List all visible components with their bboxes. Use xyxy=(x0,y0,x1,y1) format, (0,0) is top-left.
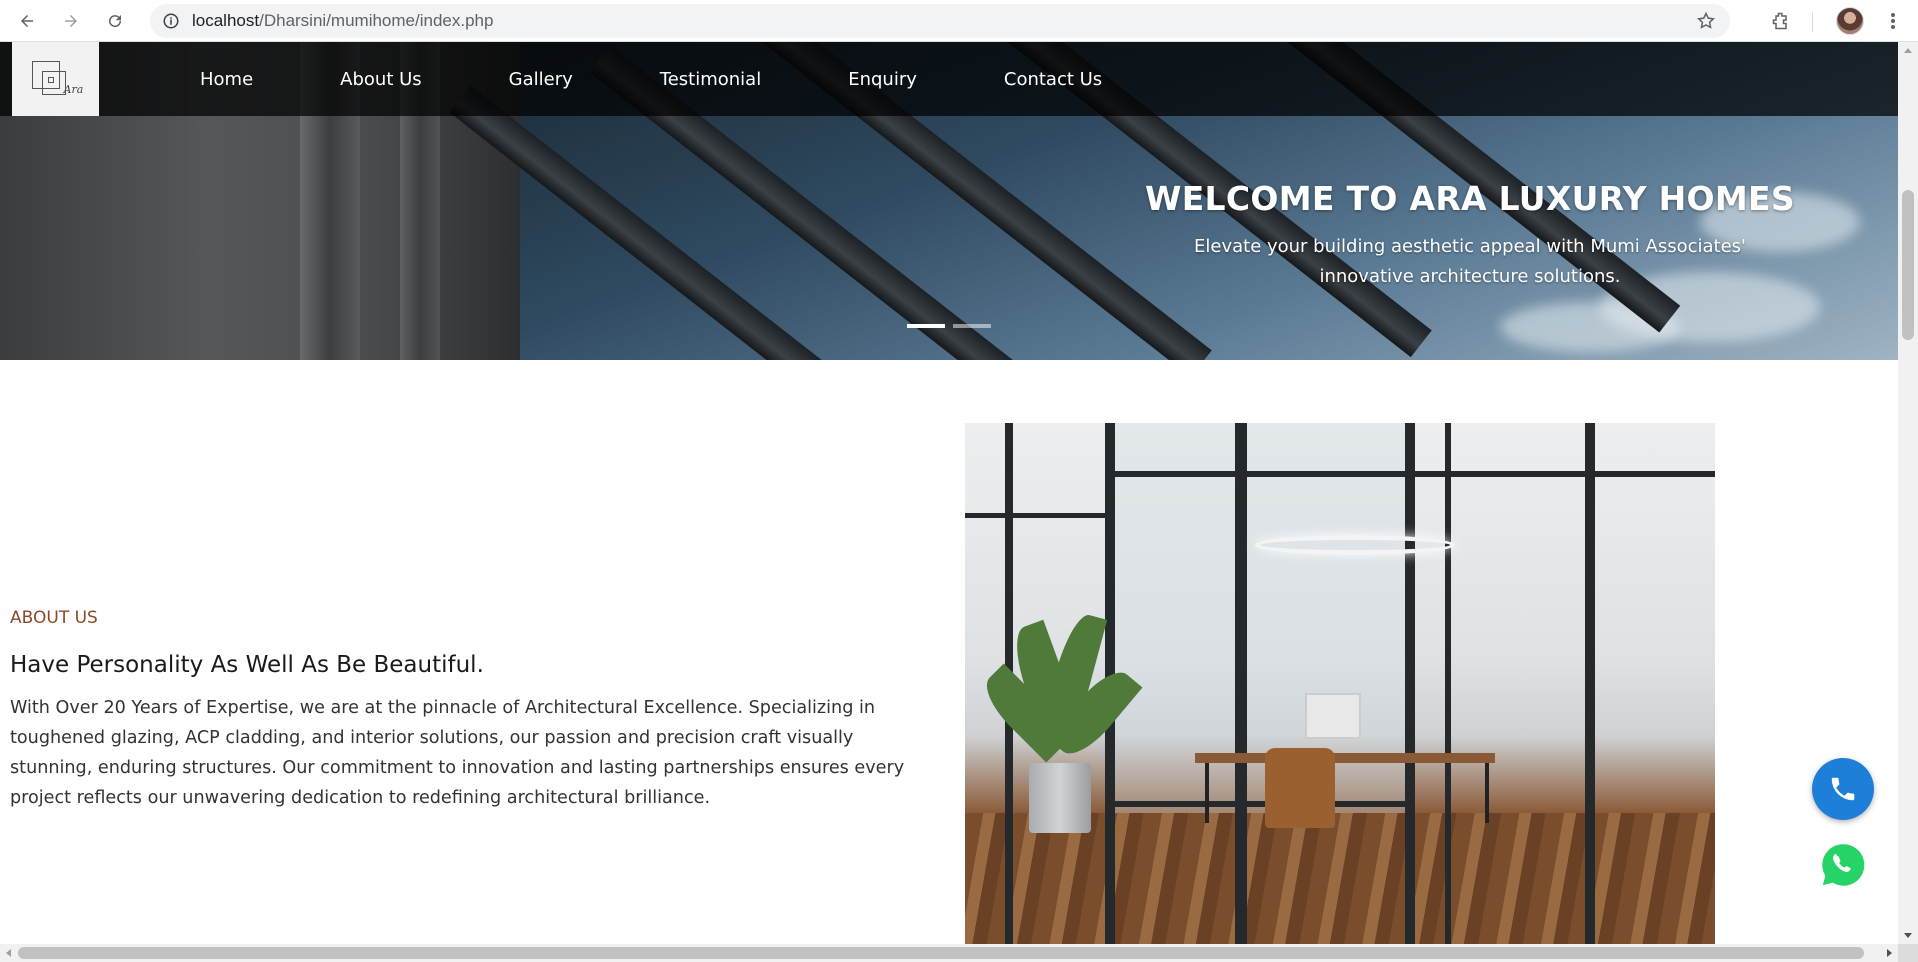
carousel-indicator-1[interactable] xyxy=(907,324,945,328)
hero-subtitle-line: innovative architecture solutions. xyxy=(1319,266,1621,287)
about-heading: Have Personality As Well As Be Beautiful… xyxy=(10,652,484,678)
forward-icon[interactable] xyxy=(58,8,84,34)
site-header: Ara Home About Us Gallery Testimonial En… xyxy=(0,42,1898,116)
bookmark-star-icon[interactable] xyxy=(1696,11,1716,31)
nav-testimonial[interactable]: Testimonial xyxy=(660,69,761,90)
url-host: localhost xyxy=(192,11,260,30)
about-office-image xyxy=(965,423,1715,944)
scroll-up-icon[interactable] xyxy=(1904,48,1912,53)
hero-title: WELCOME TO ARA LUXURY HOMES xyxy=(1145,179,1795,218)
vertical-scrollbar[interactable] xyxy=(1898,42,1918,944)
url-text[interactable]: localhost/Dharsini/mumihome/index.php xyxy=(192,11,493,31)
profile-avatar[interactable] xyxy=(1836,7,1864,35)
site-logo[interactable]: Ara xyxy=(12,42,99,116)
vertical-scroll-thumb[interactable] xyxy=(1902,190,1914,340)
reload-icon[interactable] xyxy=(102,8,128,34)
phone-icon xyxy=(1831,777,1855,801)
back-icon[interactable] xyxy=(14,8,40,34)
carousel-indicator-2[interactable] xyxy=(953,324,991,328)
extensions-icon[interactable] xyxy=(1768,8,1794,34)
main-nav: Home About Us Gallery Testimonial Enquir… xyxy=(200,42,1189,116)
kebab-menu-icon[interactable] xyxy=(1880,8,1906,34)
page: WELCOME TO ARA LUXURY HOMES Elevate your… xyxy=(0,42,1898,944)
nav-home[interactable]: Home xyxy=(200,69,253,90)
carousel-indicators xyxy=(907,324,991,328)
whatsapp-button[interactable] xyxy=(1815,837,1871,893)
nav-about-us[interactable]: About Us xyxy=(340,69,422,90)
horizontal-scrollbar[interactable] xyxy=(0,944,1898,962)
toolbar-divider xyxy=(1812,12,1813,32)
scrollbar-corner xyxy=(1898,944,1918,962)
url-path: /Dharsini/mumihome/index.php xyxy=(259,11,494,30)
hero-caption: WELCOME TO ARA LUXURY HOMES Elevate your… xyxy=(1140,179,1800,292)
call-button[interactable] xyxy=(1812,758,1874,820)
about-body: With Over 20 Years of Expertise, we are … xyxy=(10,698,905,808)
logo-text: Ara xyxy=(63,83,84,96)
scroll-right-icon[interactable] xyxy=(1887,949,1892,957)
scroll-down-icon[interactable] xyxy=(1904,933,1912,938)
browser-toolbar: localhost/Dharsini/mumihome/index.php xyxy=(0,0,1918,42)
nav-gallery[interactable]: Gallery xyxy=(509,69,573,90)
about-kicker: ABOUT US xyxy=(10,608,98,628)
hero-carousel: WELCOME TO ARA LUXURY HOMES Elevate your… xyxy=(0,42,1898,360)
horizontal-scroll-thumb[interactable] xyxy=(18,947,1864,959)
whatsapp-icon xyxy=(1819,841,1867,889)
nav-contact-us[interactable]: Contact Us xyxy=(1004,69,1102,90)
hero-subtitle-line: Elevate your building aesthetic appeal w… xyxy=(1194,236,1746,257)
hero-subtitle: Elevate your building aesthetic appeal w… xyxy=(1140,232,1800,292)
logo-mark: Ara xyxy=(28,57,84,101)
address-bar[interactable]: localhost/Dharsini/mumihome/index.php xyxy=(150,4,1730,38)
nav-enquiry[interactable]: Enquiry xyxy=(848,69,917,90)
site-info-icon[interactable] xyxy=(154,4,188,38)
scroll-left-icon[interactable] xyxy=(6,949,11,957)
